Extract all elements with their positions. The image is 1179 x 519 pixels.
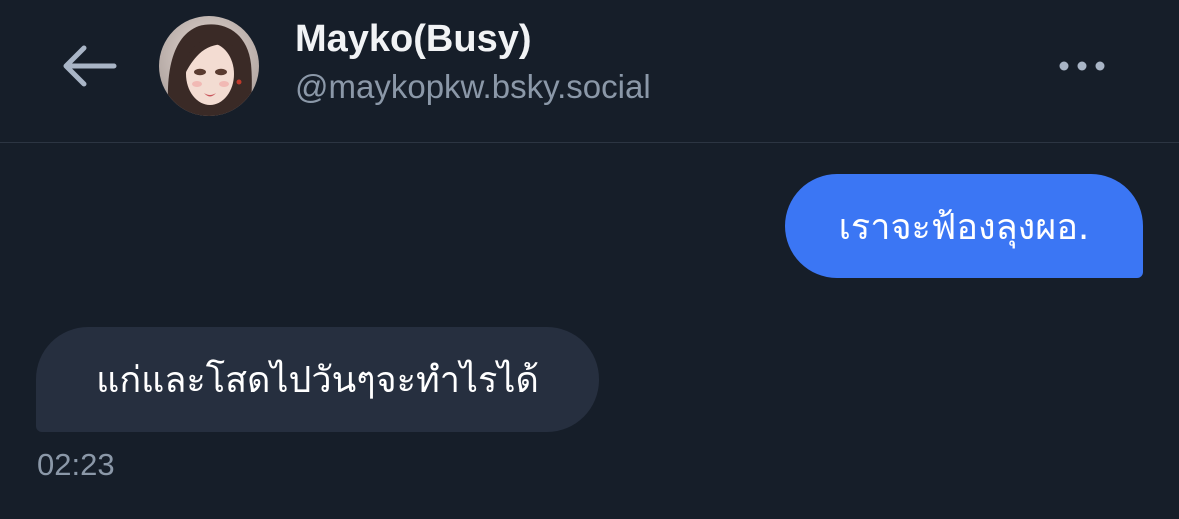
- message-timestamp: 02:23: [37, 447, 115, 482]
- back-button[interactable]: [56, 40, 120, 92]
- outgoing-message-bubble[interactable]: เราจะฟ้องลุงผอ.: [785, 174, 1143, 278]
- message-text: เราจะฟ้องลุงผอ.: [838, 206, 1090, 248]
- avatar[interactable]: [159, 16, 259, 116]
- more-options-button[interactable]: [1050, 46, 1114, 86]
- ellipsis-icon: [1059, 61, 1105, 71]
- display-name: Mayko(Busy): [295, 18, 532, 60]
- arrow-left-icon: [63, 45, 117, 87]
- conversation-header: Mayko(Busy) @maykopkw.bsky.social: [0, 0, 1179, 143]
- conversation-screen: Mayko(Busy) @maykopkw.bsky.social เราจะฟ…: [0, 0, 1179, 519]
- user-handle: @maykopkw.bsky.social: [295, 68, 651, 105]
- incoming-message-bubble[interactable]: แก่และโสดไปวันๆจะทำไรได้: [36, 327, 599, 432]
- message-text: แก่และโสดไปวันๆจะทำไรได้: [96, 360, 539, 401]
